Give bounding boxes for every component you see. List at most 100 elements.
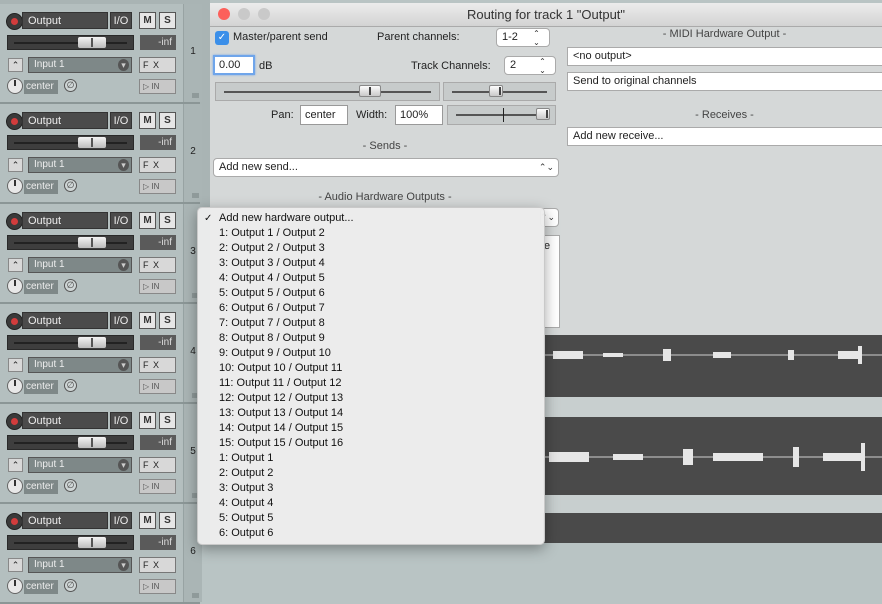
record-arm-icon[interactable] bbox=[6, 213, 23, 230]
pan-knob-icon[interactable] bbox=[7, 178, 23, 194]
volume-slider-thumb[interactable] bbox=[359, 85, 381, 97]
phase-invert-icon[interactable]: ∅ bbox=[64, 579, 77, 592]
track-number-strip[interactable]: 2 bbox=[183, 104, 202, 202]
menu-item-output[interactable]: 4: Output 4 / Output 5 bbox=[198, 271, 544, 286]
phase-invert-icon[interactable]: ∅ bbox=[64, 479, 77, 492]
mute-button[interactable]: M bbox=[139, 112, 156, 129]
record-arm-icon[interactable] bbox=[6, 513, 23, 530]
fader-thumb[interactable] bbox=[78, 37, 106, 48]
monitor-icon[interactable]: ⌃ bbox=[8, 458, 23, 472]
io-button[interactable]: I/O bbox=[110, 412, 132, 429]
mute-button[interactable]: M bbox=[139, 412, 156, 429]
record-arm-icon[interactable] bbox=[6, 313, 23, 330]
mute-button[interactable]: M bbox=[139, 212, 156, 229]
solo-button[interactable]: S bbox=[159, 12, 176, 29]
input-select[interactable]: Input 1 bbox=[28, 257, 132, 273]
monitor-icon[interactable]: ⌃ bbox=[8, 358, 23, 372]
menu-item-output[interactable]: 6: Output 6 bbox=[198, 526, 544, 541]
fader-thumb[interactable] bbox=[78, 137, 106, 148]
resize-handle-icon[interactable] bbox=[192, 93, 199, 98]
add-send-popup[interactable]: Add new send... ⌃⌄ bbox=[213, 158, 559, 177]
input-fx-button[interactable]: ▷ IN bbox=[139, 579, 176, 594]
track-2[interactable]: OutputI/O MS -inf ⌃ Input 1 F X center ∅ ▷ IN 2 bbox=[0, 104, 202, 204]
track-name-field[interactable]: Output bbox=[22, 112, 108, 129]
input-select[interactable]: Input 1 bbox=[28, 357, 132, 373]
input-fx-button[interactable]: ▷ IN bbox=[139, 179, 176, 194]
fx-button[interactable]: F X bbox=[139, 257, 176, 273]
menu-item-output[interactable]: 10: Output 10 / Output 11 bbox=[198, 361, 544, 376]
io-button[interactable]: I/O bbox=[110, 212, 132, 229]
track-2-media-lane[interactable] bbox=[543, 417, 882, 495]
menu-item-output[interactable]: 9: Output 9 / Output 10 bbox=[198, 346, 544, 361]
io-button[interactable]: I/O bbox=[110, 12, 132, 29]
fx-button[interactable]: F X bbox=[139, 157, 176, 173]
track-volume-fader[interactable] bbox=[7, 135, 134, 150]
menu-item-output[interactable]: 4: Output 4 bbox=[198, 496, 544, 511]
volume-db-field[interactable]: 0.00 bbox=[213, 55, 255, 75]
monitor-icon[interactable]: ⌃ bbox=[8, 158, 23, 172]
io-button[interactable]: I/O bbox=[110, 312, 132, 329]
add-receive-popup[interactable]: Add new receive... bbox=[567, 127, 882, 146]
menu-item-output[interactable]: 12: Output 12 / Output 13 bbox=[198, 391, 544, 406]
resize-handle-icon[interactable] bbox=[192, 193, 199, 198]
pan-knob-icon[interactable] bbox=[7, 278, 23, 294]
midi-output-select[interactable]: <no output> bbox=[567, 47, 882, 66]
menu-item-output[interactable]: 3: Output 3 bbox=[198, 481, 544, 496]
input-select[interactable]: Input 1 bbox=[28, 557, 132, 573]
track-volume-fader[interactable] bbox=[7, 235, 134, 250]
fx-button[interactable]: F X bbox=[139, 357, 176, 373]
io-button[interactable]: I/O bbox=[110, 112, 132, 129]
monitor-icon[interactable]: ⌃ bbox=[8, 258, 23, 272]
mute-button[interactable]: M bbox=[139, 312, 156, 329]
menu-item-output[interactable]: 3: Output 3 / Output 4 bbox=[198, 256, 544, 271]
phase-invert-icon[interactable]: ∅ bbox=[64, 279, 77, 292]
track-volume-fader[interactable] bbox=[7, 335, 134, 350]
track-3-media-lane[interactable] bbox=[543, 513, 882, 543]
pan-slider[interactable] bbox=[443, 82, 556, 101]
input-select[interactable]: Input 1 bbox=[28, 457, 132, 473]
track-name-field[interactable]: Output bbox=[22, 512, 108, 529]
volume-slider[interactable] bbox=[215, 82, 440, 101]
width-slider[interactable] bbox=[447, 105, 556, 125]
fx-button[interactable]: F X bbox=[139, 57, 176, 73]
pan-knob-icon[interactable] bbox=[7, 378, 23, 394]
menu-item-output[interactable]: 2: Output 2 / Output 3 bbox=[198, 241, 544, 256]
phase-invert-icon[interactable]: ∅ bbox=[64, 179, 77, 192]
fx-button[interactable]: F X bbox=[139, 557, 176, 573]
track-6[interactable]: OutputI/OMS-inf⌃Input 1F Xcenter∅▷ IN6 bbox=[0, 504, 202, 604]
hardware-output-menu[interactable]: ✓ Add new hardware output... 1: Output 1… bbox=[197, 207, 545, 545]
menu-item-output[interactable]: 8: Output 8 / Output 9 bbox=[198, 331, 544, 346]
fader-thumb[interactable] bbox=[78, 337, 106, 348]
phase-invert-icon[interactable]: ∅ bbox=[64, 379, 77, 392]
menu-item-output[interactable]: 13: Output 13 / Output 14 bbox=[198, 406, 544, 421]
menu-item-output[interactable]: 1: Output 1 / Output 2 bbox=[198, 226, 544, 241]
pan-field[interactable]: center bbox=[300, 105, 348, 125]
menu-item-add-hardware-output[interactable]: ✓ Add new hardware output... bbox=[198, 211, 544, 226]
record-arm-icon[interactable] bbox=[6, 113, 23, 130]
fader-thumb[interactable] bbox=[78, 237, 106, 248]
record-arm-icon[interactable] bbox=[6, 413, 23, 430]
menu-item-output[interactable]: 6: Output 6 / Output 7 bbox=[198, 301, 544, 316]
track-name-field[interactable]: Output bbox=[22, 412, 108, 429]
solo-button[interactable]: S bbox=[159, 512, 176, 529]
master-send-checkbox[interactable]: ✓ bbox=[215, 31, 229, 45]
fader-thumb[interactable] bbox=[78, 437, 106, 448]
track-name-field[interactable]: Output bbox=[22, 212, 108, 229]
mute-button[interactable]: M bbox=[139, 512, 156, 529]
solo-button[interactable]: S bbox=[159, 112, 176, 129]
pan-knob-icon[interactable] bbox=[7, 578, 23, 594]
parent-channels-stepper[interactable]: 1-2 bbox=[496, 28, 550, 47]
input-fx-button[interactable]: ▷ IN bbox=[139, 79, 176, 94]
track-number-strip[interactable]: 1 bbox=[183, 4, 202, 102]
phase-invert-icon[interactable]: ∅ bbox=[64, 79, 77, 92]
menu-item-output[interactable]: 14: Output 14 / Output 15 bbox=[198, 421, 544, 436]
menu-item-output[interactable]: 15: Output 15 / Output 16 bbox=[198, 436, 544, 451]
resize-handle-icon[interactable] bbox=[192, 593, 199, 598]
input-fx-button[interactable]: ▷ IN bbox=[139, 379, 176, 394]
menu-item-output[interactable]: 5: Output 5 bbox=[198, 511, 544, 526]
fx-button[interactable]: F X bbox=[139, 457, 176, 473]
track-name-field[interactable]: Output bbox=[22, 312, 108, 329]
input-select[interactable]: Input 1 bbox=[28, 57, 132, 73]
input-fx-button[interactable]: ▷ IN bbox=[139, 479, 176, 494]
pan-knob-icon[interactable] bbox=[7, 478, 23, 494]
